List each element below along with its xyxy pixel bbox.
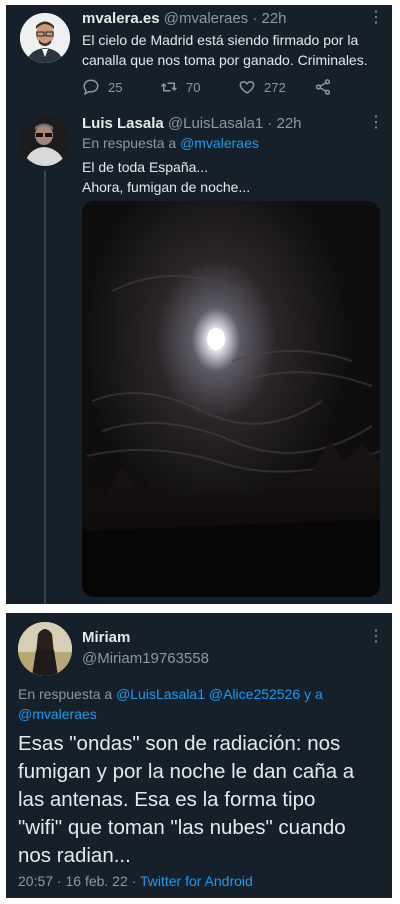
- tweet3-text-line: fumigan y por la noche le dan caña a: [18, 760, 355, 783]
- tweet2-handle-time[interactable]: @LuisLasala1 · 22h: [168, 115, 302, 132]
- retweet-count: 70: [186, 79, 201, 95]
- tweet2-text-line: El de toda España...: [82, 159, 209, 175]
- tweet3-handle[interactable]: @Miriam19763558: [82, 650, 209, 667]
- tweet1-text: El cielo de Madrid está siendo firmado p…: [82, 30, 368, 70]
- more-icon[interactable]: ⋮: [368, 10, 384, 26]
- reply-context-and: y a: [304, 686, 323, 702]
- tweet1-handle-time[interactable]: @mvaleraes · 22h: [164, 10, 287, 27]
- meta-separator: ·: [131, 873, 137, 889]
- retweet-button[interactable]: 70: [160, 78, 200, 96]
- tweet2-header: Luis Lasala @LuisLasala1 · 22h: [82, 115, 302, 132]
- reply-icon: [83, 79, 99, 96]
- tweet1-text-line: El cielo de Madrid está siendo firmado p…: [82, 32, 359, 48]
- tweet2-text-line: Ahora, fumigan de noche...: [82, 179, 251, 195]
- tweet3-timestamp[interactable]: 20:57 · 16 feb. 22: [18, 873, 128, 889]
- reply-to-link[interactable]: @LuisLasala1: [116, 686, 205, 702]
- more-icon[interactable]: ⋮: [368, 629, 384, 645]
- tweet2-photo[interactable]: [82, 201, 380, 597]
- thread-line: [44, 171, 46, 604]
- retweet-icon: [160, 82, 178, 92]
- tweet3-text-line: Esas "ondas" son de radiación: nos: [18, 732, 341, 755]
- avatar-luis-lasala[interactable]: [20, 116, 70, 166]
- like-icon: [239, 80, 255, 94]
- tweet1-author-name[interactable]: mvalera.es: [82, 10, 160, 27]
- reply-to-link[interactable]: @mvaleraes: [180, 135, 259, 151]
- reply-button[interactable]: 25: [82, 78, 122, 96]
- tweet3-reply-context: En respuesta a @LuisLasala1 @Alice252526…: [18, 684, 323, 724]
- tweet1-header: mvalera.es @mvaleraes · 22h: [82, 10, 287, 27]
- tweet2-text: El de toda España... Ahora, fumigan de n…: [82, 157, 250, 197]
- reply-context-label: En respuesta a: [82, 135, 177, 151]
- reply-count: 25: [108, 79, 123, 95]
- share-icon: [315, 79, 331, 95]
- like-button[interactable]: 272: [238, 78, 286, 96]
- tweet2-author-name[interactable]: Luis Lasala: [82, 115, 164, 132]
- tweet1-text-line: canalla que nos toma por ganado. Crimina…: [82, 52, 368, 68]
- avatar-mvalera[interactable]: [20, 13, 70, 63]
- like-count: 272: [264, 79, 286, 95]
- tweet3-text-line: las antenas. Esa es la forma tipo: [18, 788, 316, 811]
- tweet3-text-line: "wifi" que toman "las nubes" cuando: [18, 816, 346, 839]
- tweet-detail-panel: Miriam @Miriam19763558 ⋮ En respuesta a …: [6, 613, 392, 898]
- share-button[interactable]: [314, 78, 332, 96]
- tweet3-author-name[interactable]: Miriam: [82, 629, 130, 646]
- tweet3-text: Esas "ondas" son de radiación: nos fumig…: [18, 730, 354, 870]
- tweet2-reply-context: En respuesta a @mvaleraes: [82, 135, 259, 151]
- tweet-thread-panel: mvalera.es @mvaleraes · 22h ⋮ El cielo d…: [6, 5, 392, 604]
- reply-to-link[interactable]: @mvaleraes: [18, 706, 97, 722]
- more-icon[interactable]: ⋮: [368, 115, 384, 131]
- reply-to-link[interactable]: @Alice252526: [209, 686, 300, 702]
- tweet3-source[interactable]: Twitter for Android: [140, 873, 253, 889]
- tweet3-meta: 20:57 · 16 feb. 22 · Twitter for Android: [18, 873, 253, 889]
- reply-context-label: En respuesta a: [18, 686, 113, 702]
- tweet3-text-line: nos radian...: [18, 844, 131, 867]
- avatar-miriam[interactable]: [18, 622, 72, 676]
